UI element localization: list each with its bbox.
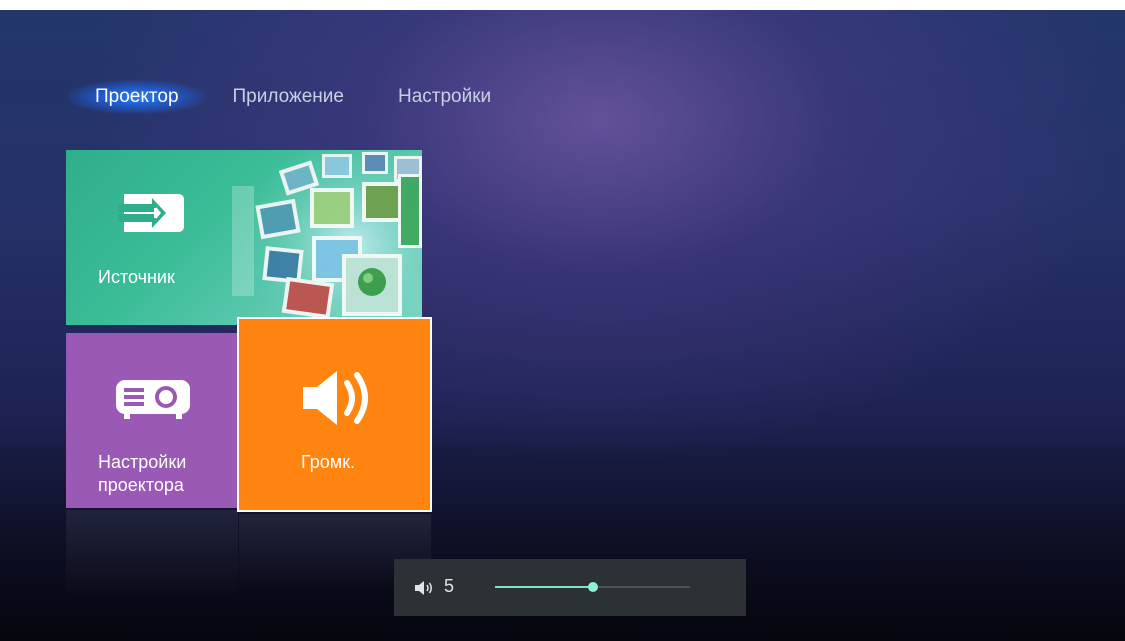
tab-settings[interactable]: Настройки [371, 80, 518, 114]
projector-settings-tile[interactable]: Настройки проектора [66, 333, 238, 508]
media-collage-image [232, 150, 422, 325]
tab-application[interactable]: Приложение [206, 80, 371, 114]
tab-projector[interactable]: Проектор [68, 80, 206, 114]
source-tile-reflection [66, 510, 238, 600]
projector-home-screen: Проектор Приложение Настройки Источник Н… [0, 10, 1125, 641]
projector-icon [116, 380, 190, 419]
volume-osd-bar: 5 [394, 559, 746, 616]
input-source-icon [118, 194, 184, 232]
volume-slider-thumb[interactable] [587, 582, 598, 592]
volume-slider-fill [495, 586, 593, 588]
volume-tile-label: Громк. [301, 452, 356, 472]
volume-tile[interactable]: Громк. [237, 317, 432, 512]
volume-value: 5 [444, 576, 455, 596]
projector-settings-label: Настройки проектора [98, 451, 186, 497]
projector-settings-label-line1: Настройки [98, 452, 187, 472]
source-tile-label: Источник [98, 267, 175, 287]
source-tile[interactable]: Источник [66, 150, 422, 325]
volume-slider[interactable] [495, 582, 690, 592]
top-tab-bar: Проектор Приложение Настройки [68, 80, 518, 114]
speaker-icon [303, 371, 368, 425]
speaker-small-icon [415, 581, 432, 595]
projector-settings-label-line2: проектора [98, 475, 184, 495]
